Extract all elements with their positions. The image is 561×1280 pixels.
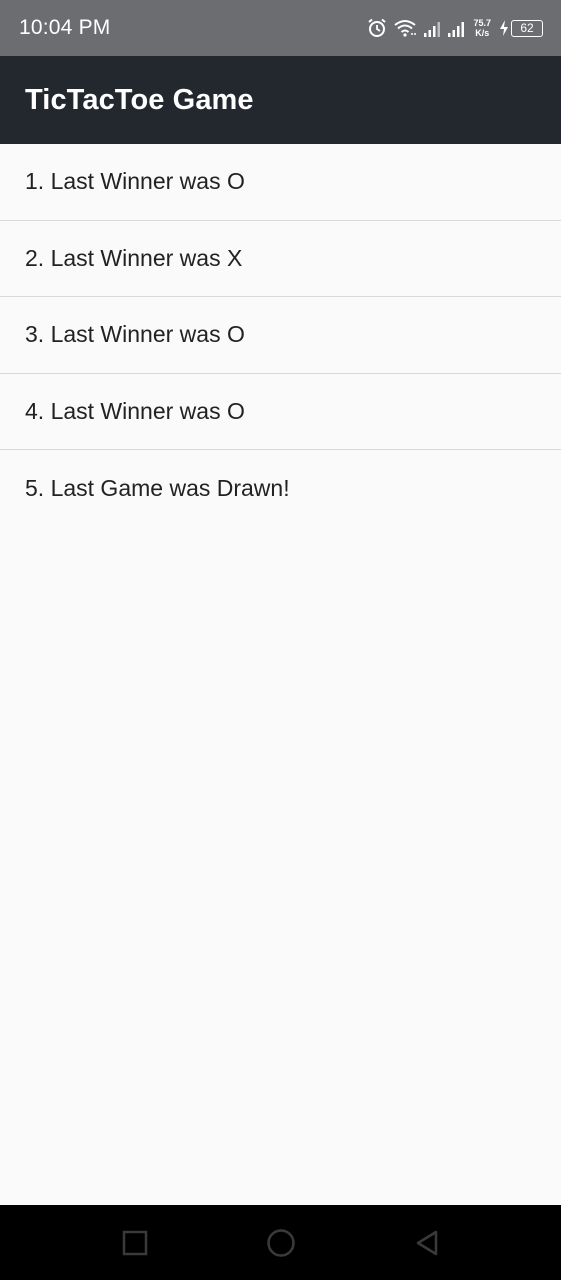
list-item[interactable]: 4. Last Winner was O: [0, 374, 561, 450]
back-icon[interactable]: [412, 1228, 442, 1258]
status-time: 10:04 PM: [19, 16, 111, 39]
app-title: TicTacToe Game: [25, 83, 254, 116]
battery: 62: [499, 19, 543, 37]
battery-level: 62: [520, 20, 534, 35]
status-bar: 10:04 PM 75.7 K/s 62: [0, 0, 561, 56]
status-icons: 75.7 K/s 62: [367, 0, 543, 56]
signal-icon: [423, 18, 441, 38]
list-item[interactable]: 1. Last Winner was O: [0, 144, 561, 221]
network-speed-unit: K/s: [475, 28, 490, 38]
list-item[interactable]: 2. Last Winner was X: [0, 221, 561, 297]
recents-icon[interactable]: [120, 1228, 150, 1258]
charging-icon: [499, 20, 509, 36]
signal-icon: [447, 18, 465, 38]
wifi-icon: [393, 18, 417, 38]
alarm-icon: [367, 18, 387, 38]
list-item[interactable]: 5. Last Game was Drawn!: [0, 450, 561, 527]
network-speed-value: 75.7: [473, 18, 491, 28]
navigation-bar: [0, 1205, 561, 1280]
list-item[interactable]: 3. Last Winner was O: [0, 297, 561, 374]
network-speed: 75.7 K/s: [473, 18, 491, 38]
battery-icon: 62: [511, 19, 543, 37]
home-icon[interactable]: [266, 1228, 296, 1258]
history-list: 1. Last Winner was O 2. Last Winner was …: [0, 144, 561, 527]
app-bar: TicTacToe Game: [0, 56, 561, 144]
